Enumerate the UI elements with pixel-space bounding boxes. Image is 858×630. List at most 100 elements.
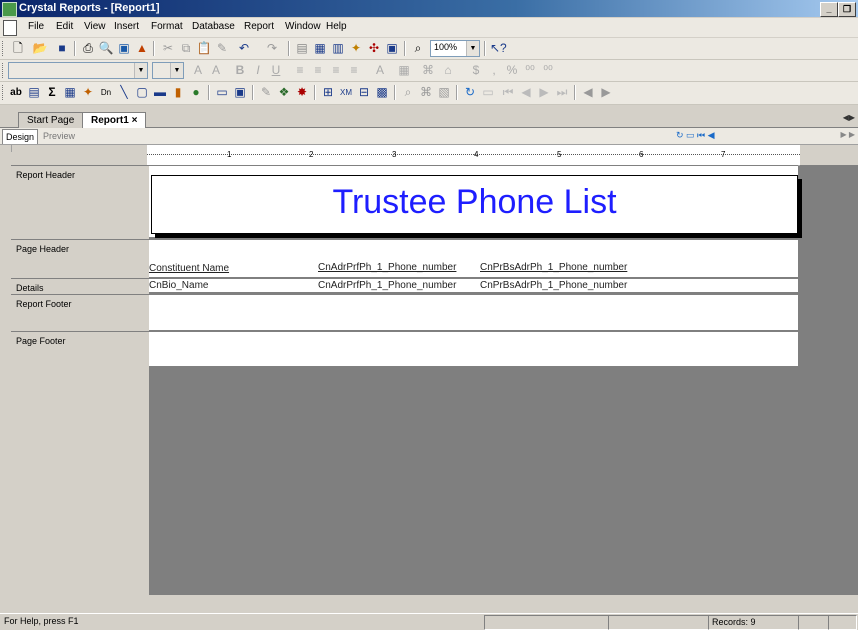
- olap-icon[interactable]: ✦: [80, 85, 96, 100]
- map-icon[interactable]: ●: [188, 85, 204, 100]
- binoculars-icon[interactable]: ⌕: [410, 41, 426, 56]
- sort-icon[interactable]: ▦: [312, 41, 328, 56]
- next-page-icon[interactable]: ▶: [536, 85, 552, 100]
- detail-cnbio-name[interactable]: CnBio_Name: [149, 280, 208, 291]
- align-left-icon[interactable]: ≡: [292, 63, 308, 78]
- minimize-button[interactable]: _: [820, 2, 838, 17]
- tab-preview[interactable]: Preview: [40, 129, 78, 143]
- increase-decimal-icon[interactable]: ⁰⁰: [522, 63, 538, 78]
- tab-report1[interactable]: Report1 ×: [82, 112, 147, 128]
- new-icon[interactable]: 🗋: [10, 41, 26, 56]
- print-preview-icon[interactable]: 🔍: [98, 41, 114, 56]
- open-icon[interactable]: 📂: [32, 41, 48, 56]
- report-title-box[interactable]: Trustee Phone List: [151, 175, 798, 234]
- export-data-icon[interactable]: ▭: [480, 85, 496, 100]
- header-preferred-phone[interactable]: CnAdrPrfPh_1_Phone_number: [318, 262, 456, 273]
- thousands-icon[interactable]: ,: [486, 63, 502, 78]
- toggle-tree-icon[interactable]: ⌘: [418, 85, 434, 100]
- ole-icon[interactable]: ▣: [232, 85, 248, 100]
- justify-icon[interactable]: ≡: [346, 63, 362, 78]
- subreport-icon[interactable]: ▭: [214, 85, 230, 100]
- menu-view[interactable]: View: [84, 21, 106, 32]
- border-icon[interactable]: ▦: [396, 63, 412, 78]
- menu-help[interactable]: Help: [326, 21, 347, 32]
- bold-icon[interactable]: B: [232, 63, 248, 78]
- field-explorer-icon[interactable]: ▣: [384, 41, 400, 56]
- menu-file[interactable]: File: [28, 21, 44, 32]
- tab-scroll-icon[interactable]: ◀▶: [843, 113, 855, 122]
- document-icon[interactable]: [3, 20, 17, 36]
- summary-icon[interactable]: Σ: [44, 85, 60, 100]
- detail-preferred-phone[interactable]: CnAdrPrfPh_1_Phone_number: [318, 280, 456, 291]
- repository-icon[interactable]: ❖: [276, 85, 292, 100]
- suppress-icon[interactable]: ⌘: [420, 63, 436, 78]
- paste-icon[interactable]: 📋: [196, 41, 212, 56]
- group-insert-icon[interactable]: ▤: [26, 85, 42, 100]
- menu-window[interactable]: Window: [285, 21, 321, 32]
- font-shrink-icon[interactable]: A: [208, 63, 224, 78]
- align-right-icon[interactable]: ≡: [328, 63, 344, 78]
- sql-icon[interactable]: ⊟: [356, 85, 372, 100]
- group-icon[interactable]: ▤: [294, 41, 310, 56]
- template-icon[interactable]: ✸: [294, 85, 310, 100]
- font-grow-icon[interactable]: A: [190, 63, 206, 78]
- underline-icon[interactable]: U: [268, 63, 284, 78]
- zoom-combo[interactable]: 100% ▼: [430, 40, 480, 57]
- nav-arrows-icon[interactable]: ▶ ▶: [840, 130, 855, 139]
- formula-icon[interactable]: ✦: [348, 41, 364, 56]
- forward-icon[interactable]: ▶: [598, 85, 614, 100]
- font-color-icon[interactable]: A: [372, 63, 388, 78]
- refresh-icon-small[interactable]: ↻ ▭ ⏮ ◀: [676, 130, 715, 141]
- text-object-icon[interactable]: ab: [8, 85, 24, 100]
- lock-format-icon[interactable]: ⌂: [440, 63, 456, 78]
- query-icon[interactable]: ⊞: [320, 85, 336, 100]
- menu-report[interactable]: Report: [244, 21, 274, 32]
- tab-design[interactable]: Design: [2, 129, 39, 144]
- help-pointer-icon[interactable]: ↖?: [490, 41, 507, 56]
- undo-icon[interactable]: ↶: [236, 41, 252, 56]
- menu-insert[interactable]: Insert: [114, 21, 139, 32]
- previous-page-icon[interactable]: ◀: [518, 85, 534, 100]
- cross-tab-icon[interactable]: ▦: [62, 85, 78, 100]
- currency-icon[interactable]: $: [468, 63, 484, 78]
- cut-icon[interactable]: ✂: [160, 41, 176, 56]
- tab-start-page[interactable]: Start Page: [18, 112, 84, 128]
- header-business-phone[interactable]: CnPrBsAdrPh_1_Phone_number: [480, 262, 627, 273]
- export-icon[interactable]: ▣: [116, 41, 132, 56]
- refresh-icon[interactable]: ▲: [134, 41, 150, 56]
- print-icon[interactable]: ⎙: [80, 41, 96, 56]
- menu-edit[interactable]: Edit: [56, 21, 73, 32]
- first-page-icon[interactable]: ⏮: [500, 85, 516, 100]
- picture-icon[interactable]: ▬: [152, 85, 168, 100]
- menu-format[interactable]: Format: [151, 21, 183, 32]
- field-heading-icon[interactable]: Dn: [98, 85, 114, 100]
- restore-button[interactable]: ❐: [838, 2, 856, 17]
- font-size-combo[interactable]: ▼: [152, 62, 184, 79]
- field-tree-icon[interactable]: ▧: [436, 85, 452, 100]
- xml-icon[interactable]: XM: [338, 85, 354, 100]
- box-icon[interactable]: ▢: [134, 85, 150, 100]
- line-icon[interactable]: ╲: [116, 85, 132, 100]
- percent-icon[interactable]: %: [504, 63, 520, 78]
- copy-icon[interactable]: ⧉: [178, 41, 194, 56]
- web-icon[interactable]: ▩: [374, 85, 390, 100]
- italic-icon[interactable]: I: [250, 63, 266, 78]
- style-combo[interactable]: ▼: [8, 62, 148, 79]
- detail-business-phone[interactable]: CnPrBsAdrPh_1_Phone_number: [480, 280, 627, 291]
- section-expert-icon[interactable]: ✣: [366, 41, 382, 56]
- hyperlink-icon[interactable]: ✎: [258, 85, 274, 100]
- format-painter-icon[interactable]: ✎: [214, 41, 230, 56]
- close-icon[interactable]: ×: [132, 115, 138, 126]
- header-constituent-name[interactable]: Constituent Name: [149, 263, 229, 274]
- back-icon[interactable]: ◀: [580, 85, 596, 100]
- align-center-icon[interactable]: ≡: [310, 63, 326, 78]
- chart-icon[interactable]: ▮: [170, 85, 186, 100]
- select-expert-icon[interactable]: ▥: [330, 41, 346, 56]
- last-page-icon[interactable]: ⏭: [554, 85, 570, 100]
- redo-icon[interactable]: ↷: [264, 41, 280, 56]
- decrease-decimal-icon[interactable]: ⁰⁰: [540, 63, 556, 78]
- save-icon[interactable]: ■: [54, 41, 70, 56]
- menu-database[interactable]: Database: [192, 21, 235, 32]
- refresh-data-icon[interactable]: ↻: [462, 85, 478, 100]
- find-icon[interactable]: ⌕: [400, 85, 416, 100]
